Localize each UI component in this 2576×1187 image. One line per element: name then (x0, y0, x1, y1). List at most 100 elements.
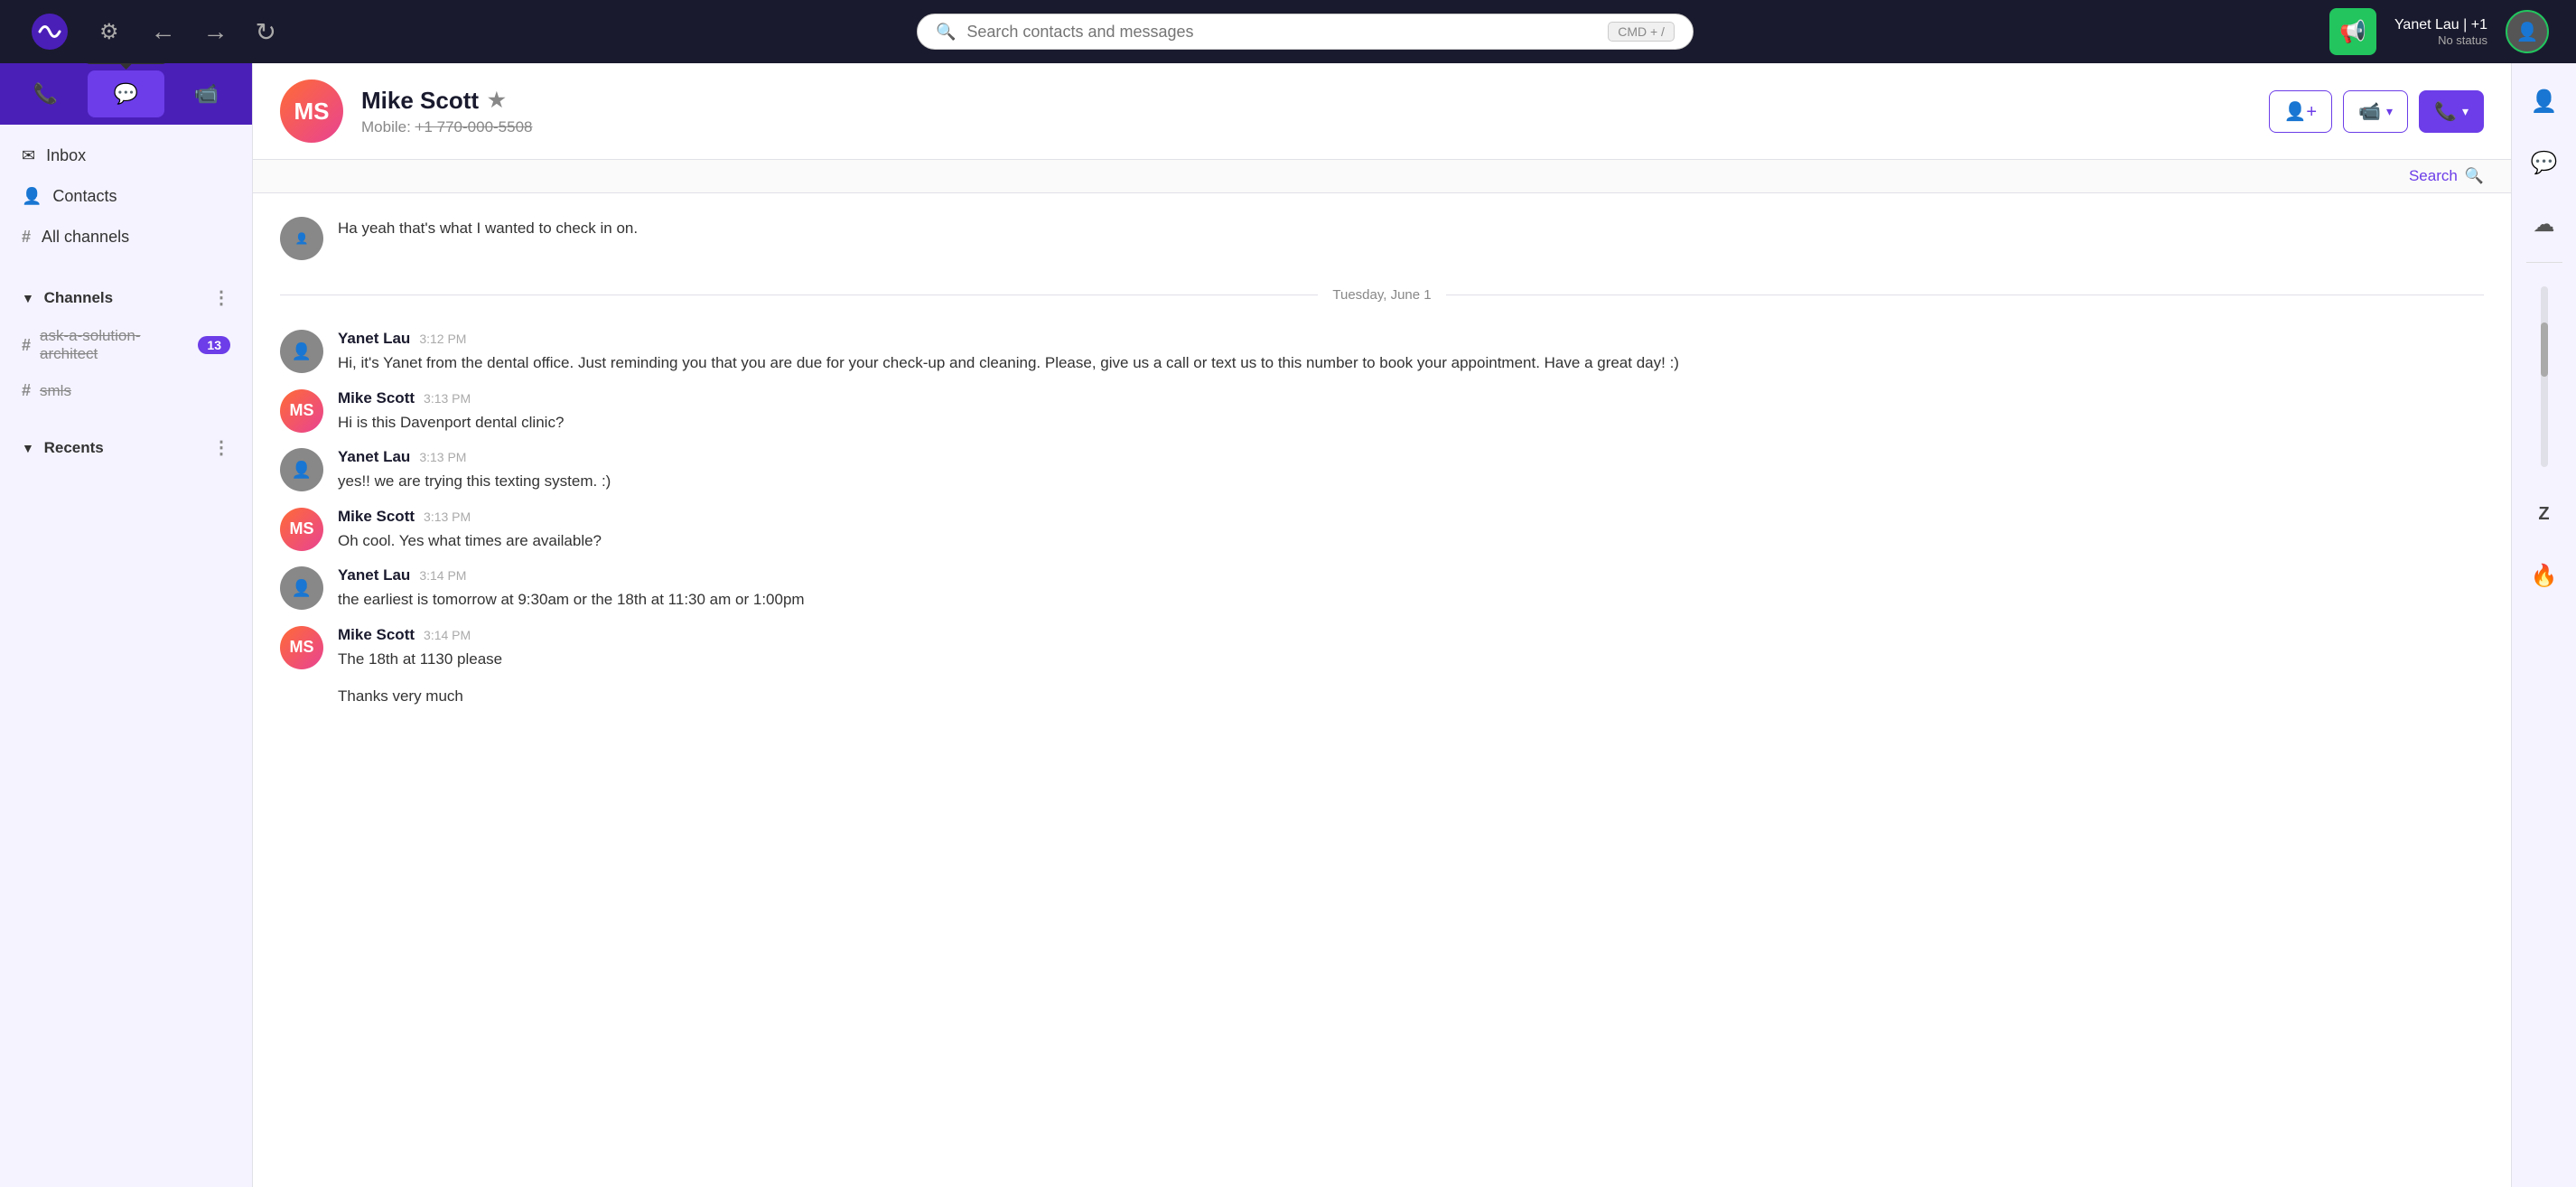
message-content: Ha yeah that's what I wanted to check in… (338, 217, 2484, 240)
message-row: MS Mike Scott 3:13 PM Oh cool. Yes what … (280, 502, 2484, 558)
message-text: Hi, it's Yanet from the dental office. J… (338, 351, 2484, 375)
message-time: 3:13 PM (424, 509, 471, 524)
search-icon: 🔍 (936, 23, 956, 42)
fire-button[interactable]: 🔥 (2521, 552, 2568, 599)
tab-phone[interactable]: 📞 (7, 70, 84, 117)
back-button[interactable]: ← (146, 13, 181, 51)
message-header: Mike Scott 3:13 PM (338, 389, 2484, 407)
avatar: MS (280, 389, 323, 433)
phone-icon: 📞 (2434, 100, 2457, 123)
message-text: Hi is this Davenport dental clinic? (338, 411, 2484, 435)
scrollbar-thumb[interactable] (2541, 322, 2548, 377)
avatar[interactable]: 👤 (2506, 10, 2549, 53)
message-text: the earliest is tomorrow at 9:30am or th… (338, 588, 2484, 612)
sidebar-item-inbox[interactable]: ✉ Inbox (0, 136, 252, 176)
message-row: MS Mike Scott 3:14 PM The 18th at 1130 p… (280, 621, 2484, 677)
global-search-bar[interactable]: 🔍 CMD + / (917, 14, 1694, 50)
message-row: 👤 Yanet Lau 3:14 PM the earliest is tomo… (280, 561, 2484, 617)
message-sender: Mike Scott (338, 389, 415, 407)
channel-badge: 13 (198, 336, 230, 354)
message-row: MS Thanks very much (280, 679, 2484, 734)
message-tooltip: Message (84, 63, 168, 64)
search-icon: 🔍 (2465, 167, 2484, 185)
message-header: Mike Scott 3:14 PM (338, 626, 2484, 644)
message-content: Thanks very much (338, 685, 2484, 708)
sidebar-item-contacts[interactable]: 👤 Contacts (0, 176, 252, 217)
channels-section-header[interactable]: ▼ Channels ⋮ (0, 277, 252, 318)
avatar: 👤 (280, 217, 323, 260)
scrollbar-track[interactable] (2541, 286, 2548, 467)
message-content: Yanet Lau 3:13 PM yes!! we are trying th… (338, 448, 2484, 493)
hash-icon: # (22, 336, 31, 355)
hash-icon: # (22, 381, 31, 400)
message-text: Oh cool. Yes what times are available? (338, 529, 2484, 553)
inbox-icon: ✉ (22, 146, 35, 165)
message-content: Yanet Lau 3:12 PM Hi, it's Yanet from th… (338, 330, 2484, 375)
channel-item-smls[interactable]: # smls (0, 372, 252, 409)
video-call-button[interactable]: 📹 ▾ (2343, 90, 2408, 133)
date-divider-text: Tuesday, June 1 (1332, 287, 1431, 303)
tab-message[interactable]: 💬 Message (88, 70, 164, 117)
reload-button[interactable]: ↻ (251, 13, 281, 51)
contacts-icon: 👤 (22, 187, 42, 206)
app-logo[interactable] (27, 9, 72, 54)
chat-area: MS Mike Scott ★ Mobile: +1 770-000-5508 … (253, 63, 2511, 1187)
topbar-nav: ← → ↻ (146, 13, 281, 51)
person-button[interactable]: 👤 (2521, 78, 2568, 125)
search-shortcut: CMD + / (1608, 22, 1675, 42)
chat-bubble-button[interactable]: 💬 (2521, 139, 2568, 186)
message-content: Mike Scott 3:13 PM Oh cool. Yes what tim… (338, 508, 2484, 553)
star-icon[interactable]: ★ (488, 89, 506, 112)
contact-info: Mike Scott ★ Mobile: +1 770-000-5508 (361, 87, 2251, 136)
message-content: Yanet Lau 3:14 PM the earliest is tomorr… (338, 566, 2484, 612)
user-status: No status (2438, 33, 2487, 47)
recents-section-title: ▼ Recents (22, 439, 104, 457)
channel-item-ask-solution[interactable]: # ask-a-solution-architect 13 (0, 318, 252, 372)
avatar: 👤 (280, 566, 323, 610)
date-divider: Tuesday, June 1 (280, 287, 2484, 303)
message-sender: Yanet Lau (338, 566, 410, 584)
message-time: 3:13 PM (424, 391, 471, 406)
divider-line (1446, 294, 2484, 295)
sidebar-item-label: Inbox (46, 146, 86, 165)
main-layout: 📞 💬 Message 📹 ✉ Inbox 👤 Contacts # All c… (0, 63, 2576, 1187)
topbar: ⚙ ← → ↻ 🔍 CMD + / 📢 Yanet Lau | +1 No st… (0, 0, 2576, 63)
message-row: 👤 Ha yeah that's what I wanted to check … (280, 211, 2484, 266)
sidebar-item-all-channels[interactable]: # All channels (0, 217, 252, 257)
tab-video[interactable]: 📹 (168, 70, 245, 117)
sidebar-item-label: All channels (42, 228, 129, 247)
forward-button[interactable]: → (199, 13, 233, 51)
zendesk-button[interactable]: Z (2521, 491, 2568, 537)
messages-area[interactable]: 👤 Ha yeah that's what I wanted to check … (253, 193, 2511, 1187)
message-row: 👤 Yanet Lau 3:13 PM yes!! we are trying … (280, 443, 2484, 499)
message-header: Mike Scott 3:13 PM (338, 508, 2484, 526)
settings-icon[interactable]: ⚙ (99, 19, 119, 45)
megaphone-button[interactable]: 📢 (2329, 8, 2376, 55)
message-time: 3:12 PM (419, 332, 466, 346)
avatar: 👤 (280, 448, 323, 491)
recents-section-header[interactable]: ▼ Recents ⋮ (0, 427, 252, 468)
divider-line (280, 294, 1318, 295)
message-header: Yanet Lau 3:14 PM (338, 566, 2484, 584)
message-header: Yanet Lau 3:12 PM (338, 330, 2484, 348)
chat-header: MS Mike Scott ★ Mobile: +1 770-000-5508 … (253, 63, 2511, 160)
right-panel: 👤 💬 ☁ Z 🔥 (2511, 63, 2576, 1187)
message-sender: Yanet Lau (338, 448, 410, 466)
chat-header-actions: 👤+ 📹 ▾ 📞 ▾ (2269, 90, 2484, 133)
add-contact-button[interactable]: 👤+ (2269, 90, 2333, 133)
cloud-button[interactable]: ☁ (2521, 201, 2568, 248)
search-label: Search (2409, 167, 2458, 185)
panel-divider (2526, 262, 2562, 263)
chat-search-bar: Search 🔍 (253, 160, 2511, 193)
search-input[interactable] (966, 23, 1597, 42)
channels-section: ▼ Channels ⋮ # ask-a-solution-architect … (0, 268, 252, 418)
channel-name: smls (40, 382, 230, 400)
sidebar-nav: ✉ Inbox 👤 Contacts # All channels (0, 125, 252, 268)
chat-search-button[interactable]: Search 🔍 (2409, 167, 2484, 185)
recents-more-icon[interactable]: ⋮ (212, 436, 230, 459)
channels-more-icon[interactable]: ⋮ (212, 286, 230, 309)
avatar: MS (280, 626, 323, 669)
message-text: Thanks very much (338, 685, 2484, 708)
message-sender: Yanet Lau (338, 330, 410, 348)
call-button[interactable]: 📞 ▾ (2419, 90, 2484, 133)
